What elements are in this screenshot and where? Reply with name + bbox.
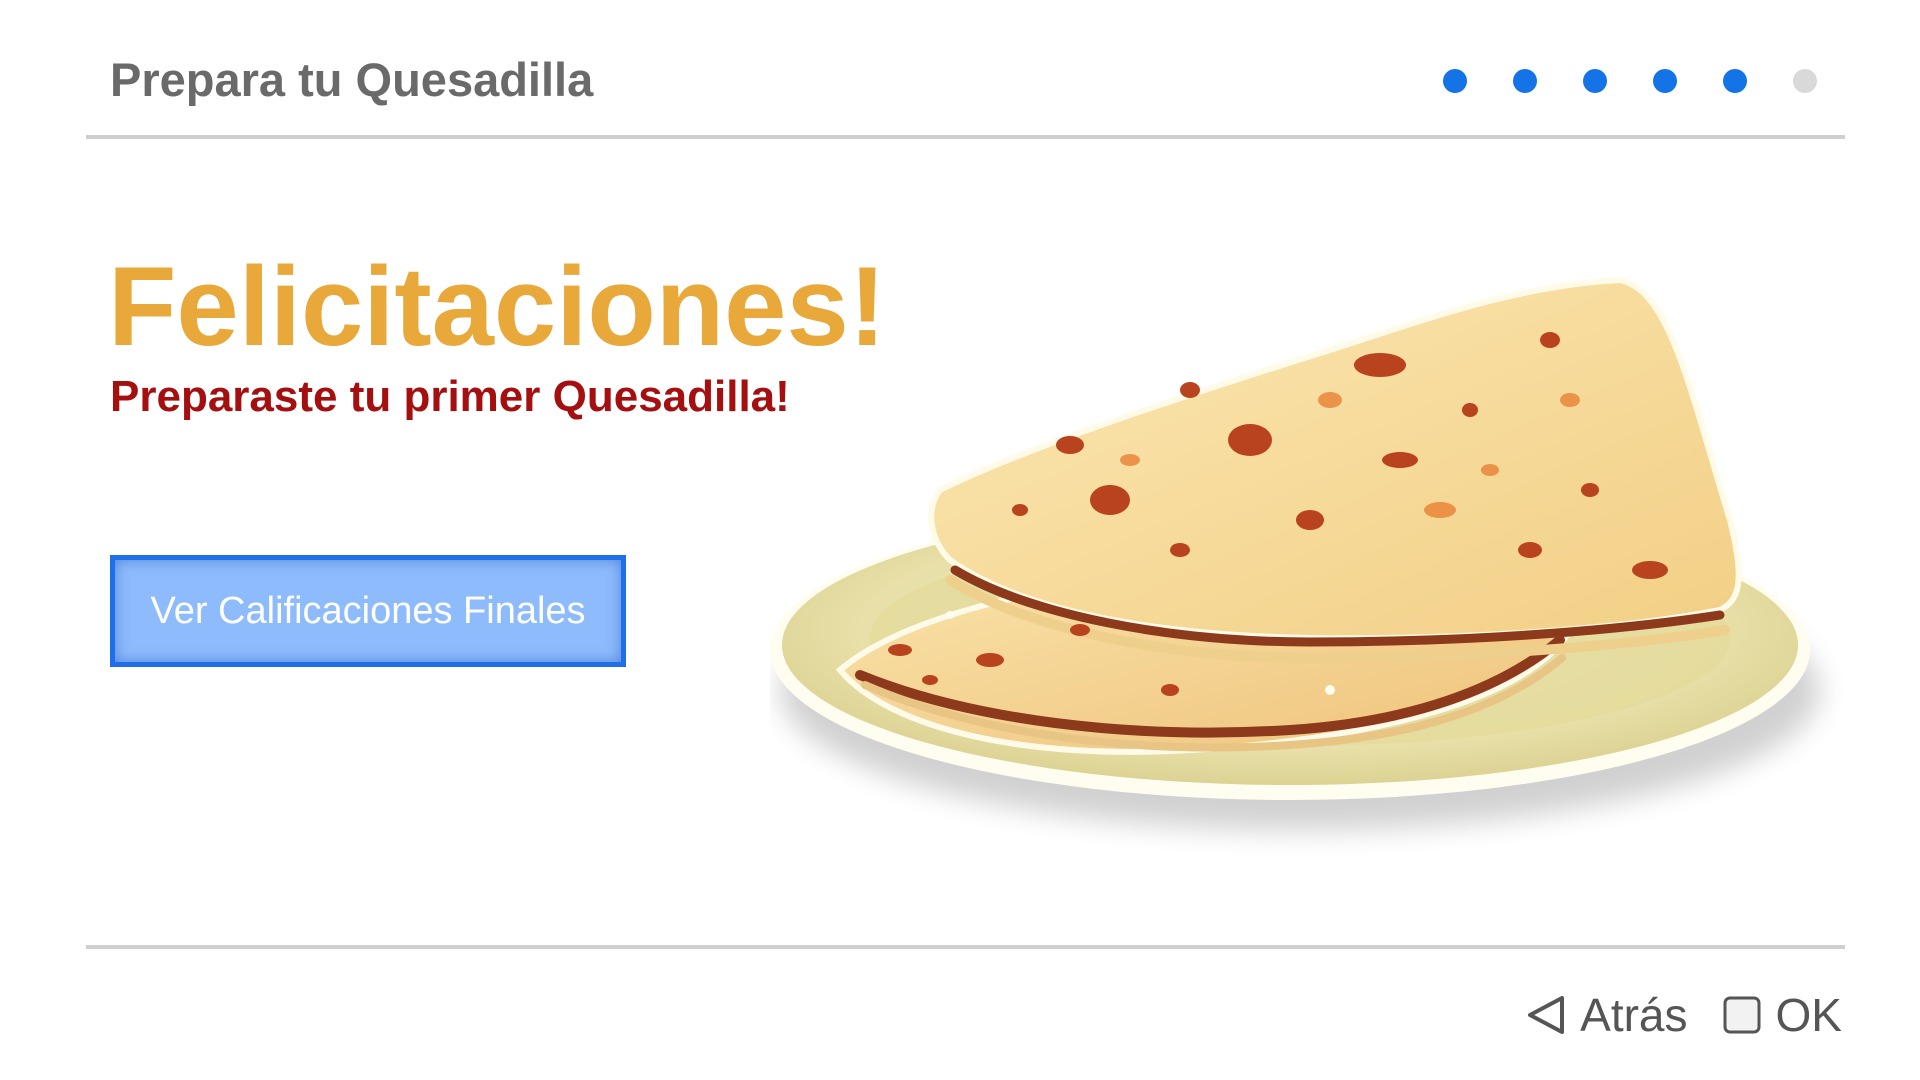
step-progress-indicator: [1443, 69, 1817, 93]
page-title: Prepara tu Quesadilla: [110, 53, 594, 106]
progress-dot-6: [1793, 69, 1817, 93]
back-label: Atrás: [1580, 989, 1688, 1041]
progress-dot-2: [1513, 69, 1537, 93]
quesadilla-plate-illustration: [770, 270, 1870, 890]
footer-navigation: Atrás OK: [1526, 988, 1842, 1042]
progress-dot-1: [1443, 69, 1467, 93]
view-final-scores-button[interactable]: Ver Calificaciones Finales: [110, 555, 626, 667]
ok-label: OK: [1775, 989, 1842, 1041]
header-divider: [86, 135, 1845, 139]
back-button[interactable]: Atrás: [1526, 988, 1688, 1042]
ok-button[interactable]: OK: [1722, 988, 1842, 1042]
quesadilla-completion-screen: Prepara tu Quesadilla Felicitaciones! Pr…: [0, 0, 1920, 1080]
congratulations-subheading: Preparaste tu primer Quesadilla!: [110, 372, 790, 421]
progress-dot-4: [1653, 69, 1677, 93]
progress-dot-3: [1583, 69, 1607, 93]
progress-dot-5: [1723, 69, 1747, 93]
square-icon: [1722, 995, 1762, 1035]
footer-divider: [86, 945, 1845, 949]
triangle-left-icon: [1526, 994, 1566, 1036]
